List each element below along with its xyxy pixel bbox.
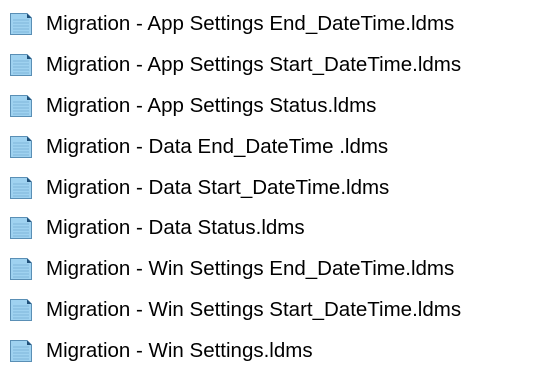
document-icon-graphic (10, 298, 32, 321)
document-icon (8, 296, 46, 324)
document-icon-graphic (10, 339, 32, 362)
file-item[interactable]: Migration - Win Settings End_DateTime.ld… (8, 249, 461, 290)
document-icon (8, 10, 46, 38)
document-icon (8, 92, 46, 120)
file-name: Migration - App Settings Start_DateTime.… (46, 53, 462, 77)
file-name: Migration - Data End_DateTime .ldms (46, 134, 389, 158)
file-item[interactable]: Migration - App Settings Status.ldms (8, 86, 461, 127)
file-name: Migration - Win Settings.ldms (46, 338, 313, 362)
document-icon (8, 133, 46, 161)
document-icon-graphic (10, 176, 32, 199)
file-name: Migration - App Settings End_DateTime.ld… (46, 12, 455, 36)
document-icon-graphic (10, 258, 32, 281)
document-icon (8, 255, 46, 283)
document-icon-graphic (10, 13, 32, 36)
file-name: Migration - Data Status.ldms (46, 216, 305, 240)
document-icon (8, 51, 46, 79)
file-name: Migration - Win Settings Start_DateTime.… (46, 297, 462, 321)
file-item[interactable]: Migration - Win Settings Start_DateTime.… (8, 290, 461, 331)
document-icon (8, 214, 46, 242)
file-item[interactable]: Migration - Data End_DateTime .ldms (8, 126, 461, 167)
file-item[interactable]: Migration - Win Settings.ldms (8, 330, 461, 371)
document-icon-graphic (10, 135, 32, 158)
file-item[interactable]: Migration - App Settings Start_DateTime.… (8, 45, 461, 86)
document-icon (8, 337, 46, 365)
document-icon-graphic (10, 94, 32, 117)
file-name: Migration - Data Start_DateTime.ldms (46, 175, 390, 199)
file-list: Migration - App Settings End_DateTime.ld… (8, 4, 461, 371)
file-item[interactable]: Migration - Data Status.ldms (8, 208, 461, 249)
file-item[interactable]: Migration - Data Start_DateTime.ldms (8, 167, 461, 208)
file-name: Migration - Win Settings End_DateTime.ld… (46, 257, 455, 281)
document-icon (8, 174, 46, 202)
file-item[interactable]: Migration - App Settings End_DateTime.ld… (8, 4, 461, 45)
document-icon-graphic (10, 217, 32, 240)
file-name: Migration - App Settings Status.ldms (46, 93, 377, 117)
document-icon-graphic (10, 54, 32, 77)
